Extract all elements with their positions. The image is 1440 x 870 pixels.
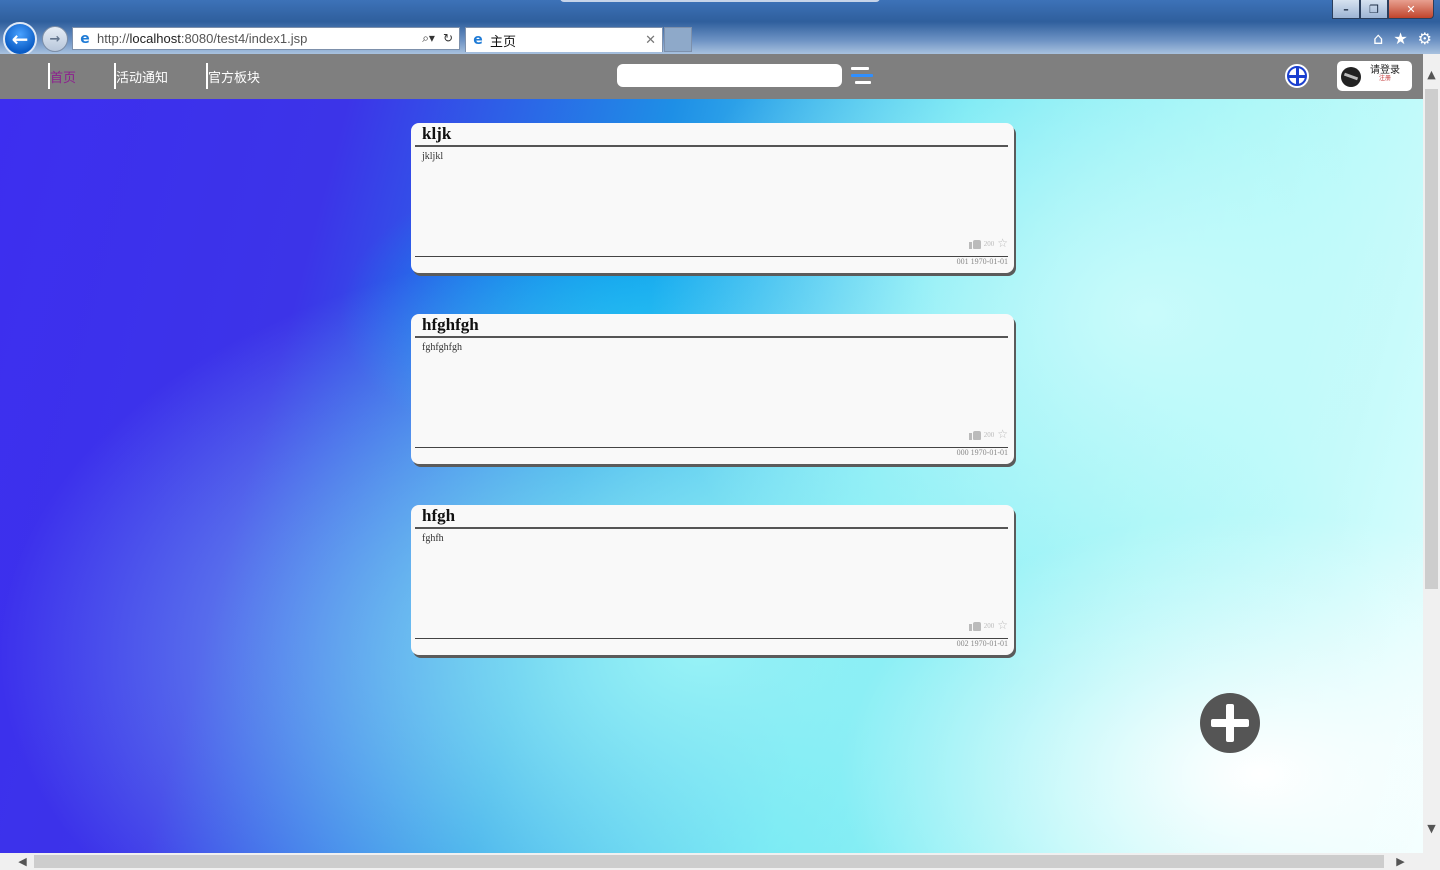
divider <box>415 256 1008 257</box>
refresh-icon[interactable]: ↻ <box>443 31 453 46</box>
home-icon[interactable]: ⌂ <box>1373 29 1383 48</box>
tab-ie-icon: e <box>473 32 483 48</box>
like-count: 200 <box>983 239 995 248</box>
post-meta: 200 ☆ <box>968 237 1008 249</box>
forward-arrow-icon[interactable]: → <box>42 26 68 52</box>
divider <box>415 145 1008 147</box>
post-title[interactable]: hfgh <box>422 506 455 526</box>
browser-tools: ⌂ ★ ⚙ <box>1373 29 1432 48</box>
scroll-down-icon[interactable]: ▼ <box>1423 822 1440 835</box>
nav-item-home[interactable]: 首页 <box>48 63 114 89</box>
tab-home[interactable]: e 主页 ✕ <box>465 27 663 52</box>
horizontal-scroll-thumb[interactable] <box>34 855 1384 868</box>
page-viewport: 首页 活动通知 官方板块 请登录 注册 kljk jkljkl 200 ☆ 00… <box>0 54 1423 853</box>
post-title[interactable]: hfghfgh <box>422 315 479 335</box>
address-bar[interactable]: e http://localhost:8080/test4/index1.jsp… <box>72 27 460 50</box>
ie-icon: e <box>80 30 90 47</box>
search-dropdown-icon[interactable]: ⌕▾ <box>422 31 435 46</box>
scroll-up-icon[interactable]: ▲ <box>1423 68 1440 81</box>
tab-close-icon[interactable]: ✕ <box>645 33 656 48</box>
post-card[interactable]: hfghfgh fghfghfgh 200 ☆ 000 1970-01-01 <box>411 314 1014 464</box>
new-tab-button[interactable] <box>664 27 692 52</box>
vertical-scrollbar[interactable]: ▲ ▼ <box>1423 54 1440 853</box>
divider <box>415 447 1008 448</box>
post-footer: 000 1970-01-01 <box>956 448 1008 457</box>
star-icon[interactable]: ☆ <box>997 237 1008 249</box>
scroll-left-icon[interactable]: ◀ <box>14 853 31 870</box>
star-icon[interactable]: ☆ <box>997 619 1008 631</box>
post-content: fghfh <box>422 533 444 544</box>
post-card[interactable]: kljk jkljkl 200 ☆ 001 1970-01-01 <box>411 123 1014 273</box>
post-title[interactable]: kljk <box>422 124 451 144</box>
post-content: jkljkl <box>422 151 444 162</box>
window-controls: – ❐ ✕ <box>1332 0 1434 19</box>
divider <box>415 336 1008 338</box>
favorites-star-icon[interactable]: ★ <box>1393 29 1407 48</box>
address-tools: ⌕▾ ↻ <box>422 31 453 46</box>
post-card[interactable]: hfgh fghfh 200 ☆ 002 1970-01-01 <box>411 505 1014 655</box>
restore-icon[interactable]: ❐ <box>1360 0 1388 19</box>
search-menu-icon[interactable] <box>851 67 873 85</box>
browser-chrome: – ❐ ✕ ← → e http://localhost:8080/test4/… <box>0 0 1440 54</box>
site-header: 首页 活动通知 官方板块 请登录 注册 <box>0 54 1423 99</box>
post-meta: 200 ☆ <box>968 428 1008 440</box>
divider <box>415 638 1008 639</box>
post-content: fghfghfgh <box>422 342 462 353</box>
vertical-scroll-thumb[interactable] <box>1425 89 1438 589</box>
back-arrow-icon[interactable]: ← <box>3 22 37 54</box>
scrollbar-corner <box>1423 853 1440 870</box>
nav-item-activity-notice[interactable]: 活动通知 <box>114 63 206 89</box>
minimize-icon[interactable]: – <box>1332 0 1360 19</box>
thumbs-up-icon[interactable] <box>968 620 981 631</box>
avatar <box>1341 67 1361 87</box>
horizontal-scrollbar[interactable]: ◀ ▶ <box>0 853 1423 870</box>
close-window-icon[interactable]: ✕ <box>1388 0 1434 19</box>
title-bar-glass <box>560 0 880 2</box>
search-input[interactable] <box>617 64 842 87</box>
main-nav: 首页 活动通知 官方板块 <box>48 63 298 89</box>
scroll-right-icon[interactable]: ▶ <box>1392 853 1409 870</box>
post-meta: 200 ☆ <box>968 619 1008 631</box>
like-count: 200 <box>983 430 995 439</box>
url-text[interactable]: http://localhost:8080/test4/index1.jsp <box>97 31 422 46</box>
post-footer: 001 1970-01-01 <box>956 257 1008 266</box>
thumbs-up-icon[interactable] <box>968 429 981 440</box>
divider <box>415 527 1008 529</box>
login-button[interactable]: 请登录 注册 <box>1337 61 1412 91</box>
post-footer: 002 1970-01-01 <box>956 639 1008 648</box>
nav-item-official-section[interactable]: 官方板块 <box>206 63 298 89</box>
thumbs-up-icon[interactable] <box>968 238 981 249</box>
floating-add-button[interactable] <box>1200 693 1260 753</box>
star-icon[interactable]: ☆ <box>997 428 1008 440</box>
tab-title: 主页 <box>490 33 517 49</box>
like-count: 200 <box>983 621 995 630</box>
register-label[interactable]: 注册 <box>1379 73 1391 82</box>
add-post-icon[interactable] <box>1285 64 1309 88</box>
settings-gear-icon[interactable]: ⚙ <box>1418 29 1432 48</box>
